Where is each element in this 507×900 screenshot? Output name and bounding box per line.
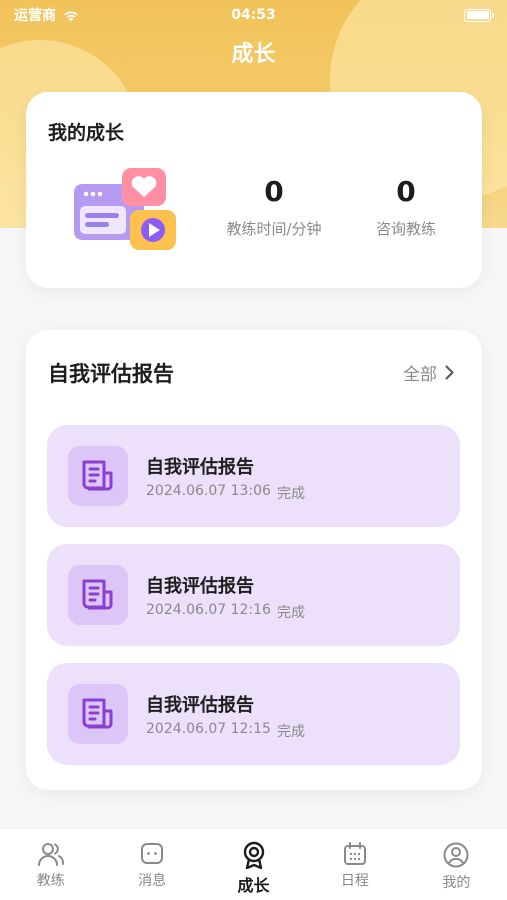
profile-icon [443, 842, 469, 868]
self-assessment-card: 自我评估报告 全部 自我评估报告 2024.06.07 13:06 完成 自我评… [26, 330, 482, 790]
report-title: 自我评估报告 [146, 695, 254, 716]
tab-growth[interactable]: 成长 [203, 829, 304, 900]
wifi-icon [64, 10, 78, 21]
report-title: 自我评估报告 [146, 457, 254, 478]
my-growth-card: 我的成长 0 教练时间/分钟 0 咨询教练 [26, 92, 482, 288]
carrier-label: 运营商 [14, 8, 56, 24]
report-document-icon [68, 684, 128, 744]
report-meta: 2024.06.07 12:16 完成 [146, 602, 305, 622]
tab-profile[interactable]: 我的 [406, 829, 507, 900]
tab-label: 消息 [138, 873, 167, 889]
tab-label: 日程 [340, 873, 369, 889]
stat-value: 0 [396, 175, 416, 208]
report-meta: 2024.06.07 13:06 完成 [146, 483, 305, 503]
calendar-icon [343, 842, 366, 865]
chat-icon [141, 843, 164, 864]
report-document-icon [68, 565, 128, 625]
chevron-right-icon [445, 365, 454, 380]
stat-label: 咨询教练 [375, 220, 436, 238]
report-status: 完成 [276, 605, 305, 621]
report-list-item[interactable]: 自我评估报告 2024.06.07 12:15 完成 [47, 663, 460, 765]
status-bar: 运营商 04:53 [0, 0, 507, 30]
reports-section-title: 自我评估报告 [48, 362, 174, 386]
tab-label: 教练 [36, 873, 65, 889]
stat-label: 教练时间/分钟 [226, 220, 322, 238]
report-list-item[interactable]: 自我评估报告 2024.06.07 13:06 完成 [47, 425, 460, 527]
report-meta: 2024.06.07 12:15 完成 [146, 721, 305, 741]
tab-coach[interactable]: 教练 [0, 829, 101, 900]
report-document-icon [68, 446, 128, 506]
stat-consult-coach: 0 咨询教练 [346, 174, 466, 239]
view-all-link[interactable]: 全部 [403, 360, 454, 385]
report-list-item[interactable]: 自我评估报告 2024.06.07 12:16 完成 [47, 544, 460, 646]
report-title: 自我评估报告 [146, 576, 254, 597]
growth-card-title: 我的成长 [48, 122, 125, 144]
medal-icon [243, 841, 264, 869]
report-status: 完成 [276, 486, 305, 502]
tab-label: 我的 [442, 875, 471, 891]
report-datetime: 2024.06.07 12:16 [146, 602, 271, 618]
bottom-tab-bar: 教练 消息 成长 日程 我的 [0, 828, 507, 900]
people-icon [37, 843, 64, 866]
stat-value: 0 [264, 175, 284, 208]
report-status: 完成 [276, 724, 305, 740]
view-all-label: 全部 [403, 365, 437, 385]
tab-schedule[interactable]: 日程 [304, 829, 405, 900]
report-datetime: 2024.06.07 13:06 [146, 483, 271, 499]
stat-coaching-minutes: 0 教练时间/分钟 [214, 174, 334, 239]
growth-illustration-icon [74, 168, 176, 250]
tab-messages[interactable]: 消息 [101, 829, 202, 900]
page-title: 成长 [231, 42, 276, 67]
report-datetime: 2024.06.07 12:15 [146, 721, 271, 737]
tab-label: 成长 [237, 876, 270, 895]
battery-icon [464, 8, 494, 22]
